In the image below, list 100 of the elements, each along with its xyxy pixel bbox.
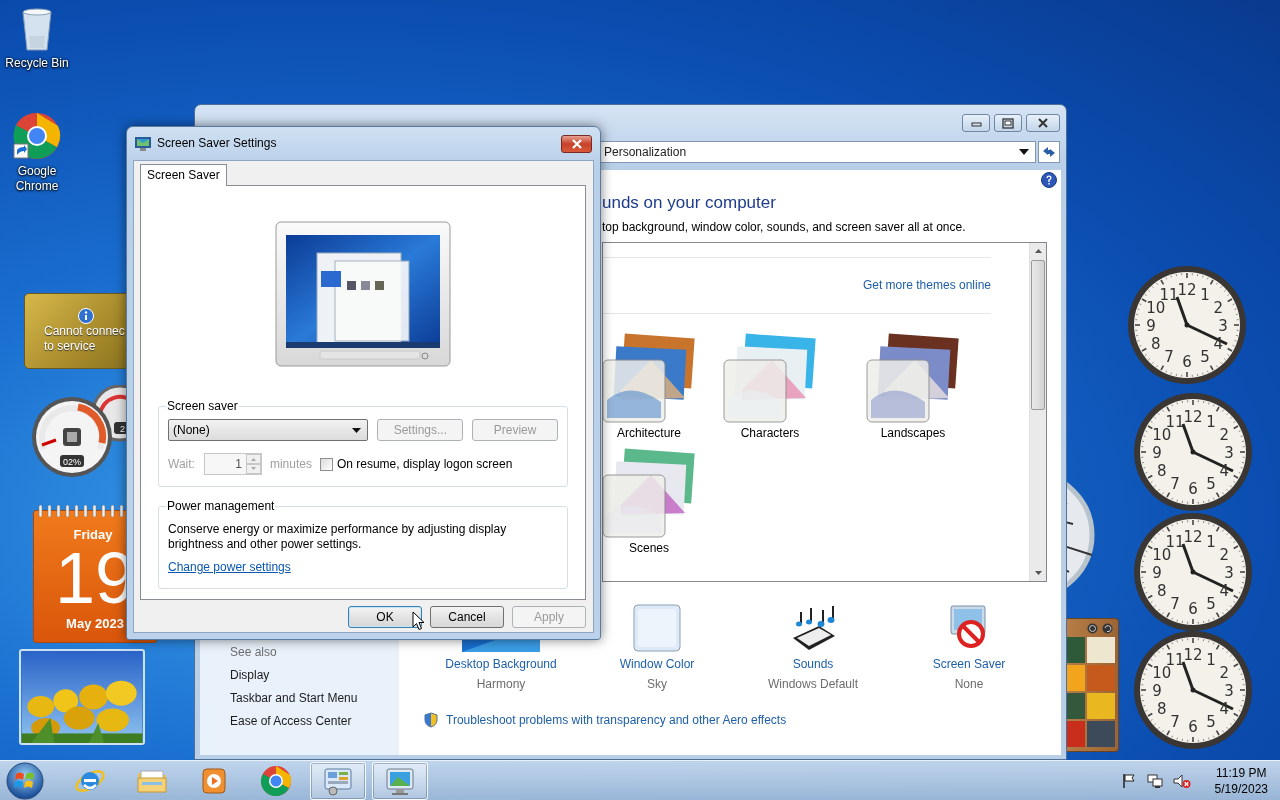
clock-numeral: 9: [1152, 682, 1162, 700]
clock-numeral: 9: [1152, 564, 1162, 582]
group-title: Screen saver: [166, 399, 239, 413]
maximize-icon[interactable]: [1000, 117, 1016, 129]
puzzle-tile[interactable]: [1067, 665, 1085, 691]
weather-message: to service: [44, 339, 96, 354]
dropdown-value: (None): [173, 422, 211, 438]
refresh-button[interactable]: [1038, 141, 1060, 163]
close-button[interactable]: [561, 134, 592, 153]
volume-muted-icon[interactable]: [1172, 772, 1191, 789]
theme-label[interactable]: Architecture: [617, 426, 681, 441]
flag-icon[interactable]: [1120, 772, 1137, 789]
close-icon[interactable]: [1035, 117, 1051, 129]
clock-numeral: 8: [1157, 700, 1167, 718]
clock-numeral: 9: [1152, 444, 1162, 462]
puzzle-tile[interactable]: [1067, 637, 1085, 663]
puzzle-tile[interactable]: [1087, 721, 1115, 747]
taskbar-button[interactable]: [372, 761, 428, 800]
close-button[interactable]: [1026, 114, 1060, 132]
scrollbar-thumb[interactable]: [1031, 260, 1045, 410]
maximize-button[interactable]: [994, 114, 1022, 132]
setting-link[interactable]: Screen Saver: [932, 657, 1006, 672]
setting-link[interactable]: Sounds: [792, 657, 834, 672]
clock-numeral: 1: [1206, 532, 1216, 551]
info-icon: [78, 308, 94, 324]
vertical-scrollbar[interactable]: [1029, 243, 1046, 581]
clock-numeral: 3: [1218, 317, 1228, 335]
refresh-icon[interactable]: [1102, 623, 1113, 634]
tab[interactable]: Screen Saver: [140, 164, 227, 186]
close-icon[interactable]: [570, 138, 583, 149]
setting-value: Sky: [647, 677, 667, 692]
refresh-icon[interactable]: [1042, 146, 1056, 158]
change-power-settings-link[interactable]: Change power settings: [168, 560, 291, 575]
network-icon[interactable]: [1146, 772, 1163, 789]
checkbox[interactable]: [319, 457, 333, 471]
clock-numeral: 1: [1206, 412, 1216, 431]
dropdown-arrow-icon[interactable]: [1019, 149, 1029, 155]
clock-numeral: 5: [1200, 348, 1210, 367]
see-also-link[interactable]: Ease of Access Center: [230, 714, 399, 729]
puzzle-tile[interactable]: [1087, 637, 1115, 663]
clock-numeral: 8: [1157, 582, 1167, 600]
page-heading: unds on your computer: [602, 192, 777, 213]
start-button[interactable]: [6, 761, 44, 800]
clock-numeral: 12: [1177, 281, 1197, 299]
browser-shortcut-icon[interactable]: [13, 112, 61, 160]
weather-message: Cannot connec: [44, 324, 125, 339]
theme-label[interactable]: Scenes: [629, 541, 669, 556]
clock-numeral: 12: [1183, 408, 1203, 426]
clock-numeral: 2: [1219, 426, 1229, 444]
clock-numeral: 7: [1170, 713, 1180, 732]
clock-numeral: 4: [1219, 700, 1229, 718]
dropdown-arrow-icon[interactable]: [352, 427, 362, 433]
clock-numeral: 2: [1219, 546, 1229, 564]
clock-numeral: 7: [1164, 348, 1174, 367]
see-also-link[interactable]: Display: [230, 668, 399, 683]
calendar-month: May 2023: [66, 616, 124, 633]
see-also-link[interactable]: Taskbar and Start Menu: [230, 691, 399, 706]
puzzle-tile[interactable]: [1067, 721, 1085, 747]
dialog-button[interactable]: Cancel: [430, 606, 504, 628]
screen-icon: [135, 136, 151, 151]
mouse-pointer-icon: [412, 611, 425, 631]
browser-icon: [260, 764, 292, 797]
clock-numeral: 8: [1157, 462, 1167, 480]
meter-reading: 02%: [63, 457, 81, 467]
screen-saver-dropdown[interactable]: (None): [168, 419, 369, 441]
clock-numeral: 8: [1151, 335, 1161, 353]
puzzle-tile[interactable]: [1087, 665, 1115, 691]
puzzle-tile[interactable]: [1087, 693, 1115, 719]
clock-numeral: 5: [1206, 713, 1216, 732]
minutes-label: minutes: [269, 456, 312, 472]
clock-numeral: 6: [1182, 353, 1192, 371]
clock-numeral: 1: [1200, 285, 1210, 304]
clock-numeral: 6: [1188, 600, 1198, 618]
address-text: Personalization: [604, 144, 688, 160]
checkbox-label[interactable]: On resume, display logon screen: [336, 456, 513, 472]
taskbar-button[interactable]: [310, 761, 366, 800]
puzzle-tile[interactable]: [1067, 693, 1085, 719]
taskbar-clock[interactable]: 11:19 PM 5/19/2023: [1214, 764, 1268, 797]
setting-link[interactable]: Window Color: [619, 657, 695, 672]
clock-numeral: 12: [1183, 528, 1203, 546]
theme-label[interactable]: Characters: [740, 426, 800, 441]
see-also-heading: See also: [230, 645, 278, 660]
help-icon[interactable]: [1041, 172, 1057, 188]
page-description: top background, window color, sounds, and screen saver all at once.: [602, 220, 967, 235]
theme-label[interactable]: Landscapes: [880, 426, 946, 441]
dialog-button[interactable]: OK: [348, 606, 422, 628]
help-icon[interactable]: [1087, 623, 1098, 634]
wait-value: 1: [234, 456, 243, 473]
minimize-button[interactable]: [962, 114, 990, 132]
clock-numeral: 6: [1188, 480, 1198, 498]
setting-link[interactable]: Desktop Background: [445, 657, 557, 672]
desktop-icon-label: Google Chrome: [14, 164, 60, 194]
clock-numeral: 3: [1224, 444, 1234, 462]
color-swatch-icon[interactable]: [633, 604, 681, 652]
clock-numeral: 9: [1146, 317, 1156, 335]
setting-value: Harmony: [476, 677, 526, 692]
shield-icon: [424, 712, 438, 728]
calendar-weekday: Friday: [73, 527, 113, 544]
troubleshoot-link[interactable]: Troubleshoot problems with transparency and other Aero effects: [446, 712, 787, 728]
get-more-themes-link[interactable]: Get more themes online: [862, 278, 991, 293]
